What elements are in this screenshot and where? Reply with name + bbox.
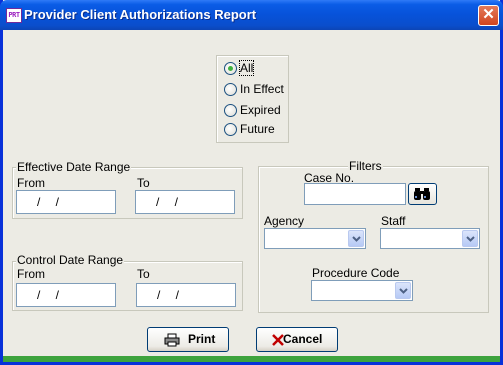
- effective-to-date-field[interactable]: / /: [135, 190, 235, 214]
- procedure-code-label: Procedure Code: [312, 266, 400, 280]
- radio-button-all[interactable]: [224, 62, 237, 75]
- window-title: Provider Client Authorizations Report: [24, 7, 257, 22]
- procedure-code-dropdown-button[interactable]: [395, 282, 411, 299]
- app-icon: PRT: [6, 8, 22, 23]
- effective-date-range-legend: Effective Date Range: [16, 160, 132, 174]
- report-dialog: PRT Provider Client Authorizations Repor…: [0, 0, 503, 365]
- effective-from-label: From: [17, 176, 45, 190]
- control-date-range-legend: Control Date Range: [16, 253, 125, 267]
- agency-label: Agency: [264, 214, 305, 228]
- control-from-label: From: [17, 267, 45, 281]
- cancel-button[interactable]: Cancel: [256, 327, 338, 352]
- effective-to-label: To: [137, 176, 150, 190]
- chevron-down-icon: [466, 236, 475, 242]
- radio-label-all: All: [238, 60, 255, 76]
- radio-label-in-effect: In Effect: [240, 82, 284, 96]
- print-button[interactable]: Print: [147, 327, 229, 352]
- close-button[interactable]: ✕: [478, 5, 499, 26]
- staff-dropdown-button[interactable]: [462, 230, 478, 247]
- cancel-button-label: Cancel: [283, 332, 323, 346]
- staff-select[interactable]: [380, 228, 480, 249]
- agency-dropdown-button[interactable]: [348, 230, 364, 247]
- bottom-status-bar: [3, 356, 500, 362]
- printer-icon: [164, 333, 180, 347]
- radio-label-future: Future: [240, 122, 275, 136]
- control-from-date-field[interactable]: / /: [16, 283, 116, 307]
- procedure-code-select[interactable]: [311, 280, 413, 301]
- control-to-date-field[interactable]: / /: [136, 283, 236, 307]
- chevron-down-icon: [399, 288, 408, 294]
- staff-label: Staff: [381, 214, 406, 228]
- title-bar[interactable]: PRT Provider Client Authorizations Repor…: [0, 0, 503, 30]
- binoculars-icon: [414, 188, 430, 200]
- radio-label-expired: Expired: [240, 103, 281, 117]
- radio-button-expired[interactable]: [224, 104, 237, 117]
- radio-button-future[interactable]: [224, 123, 237, 136]
- agency-select[interactable]: [264, 228, 366, 249]
- effective-from-date-field[interactable]: / /: [16, 190, 116, 214]
- case-no-input[interactable]: [304, 183, 406, 205]
- radio-button-in-effect[interactable]: [224, 83, 237, 96]
- print-button-label: Print: [188, 332, 216, 346]
- radio-selected-dot: [228, 66, 233, 71]
- find-case-button[interactable]: [408, 183, 437, 205]
- chevron-down-icon: [352, 236, 361, 242]
- control-to-label: To: [137, 267, 150, 281]
